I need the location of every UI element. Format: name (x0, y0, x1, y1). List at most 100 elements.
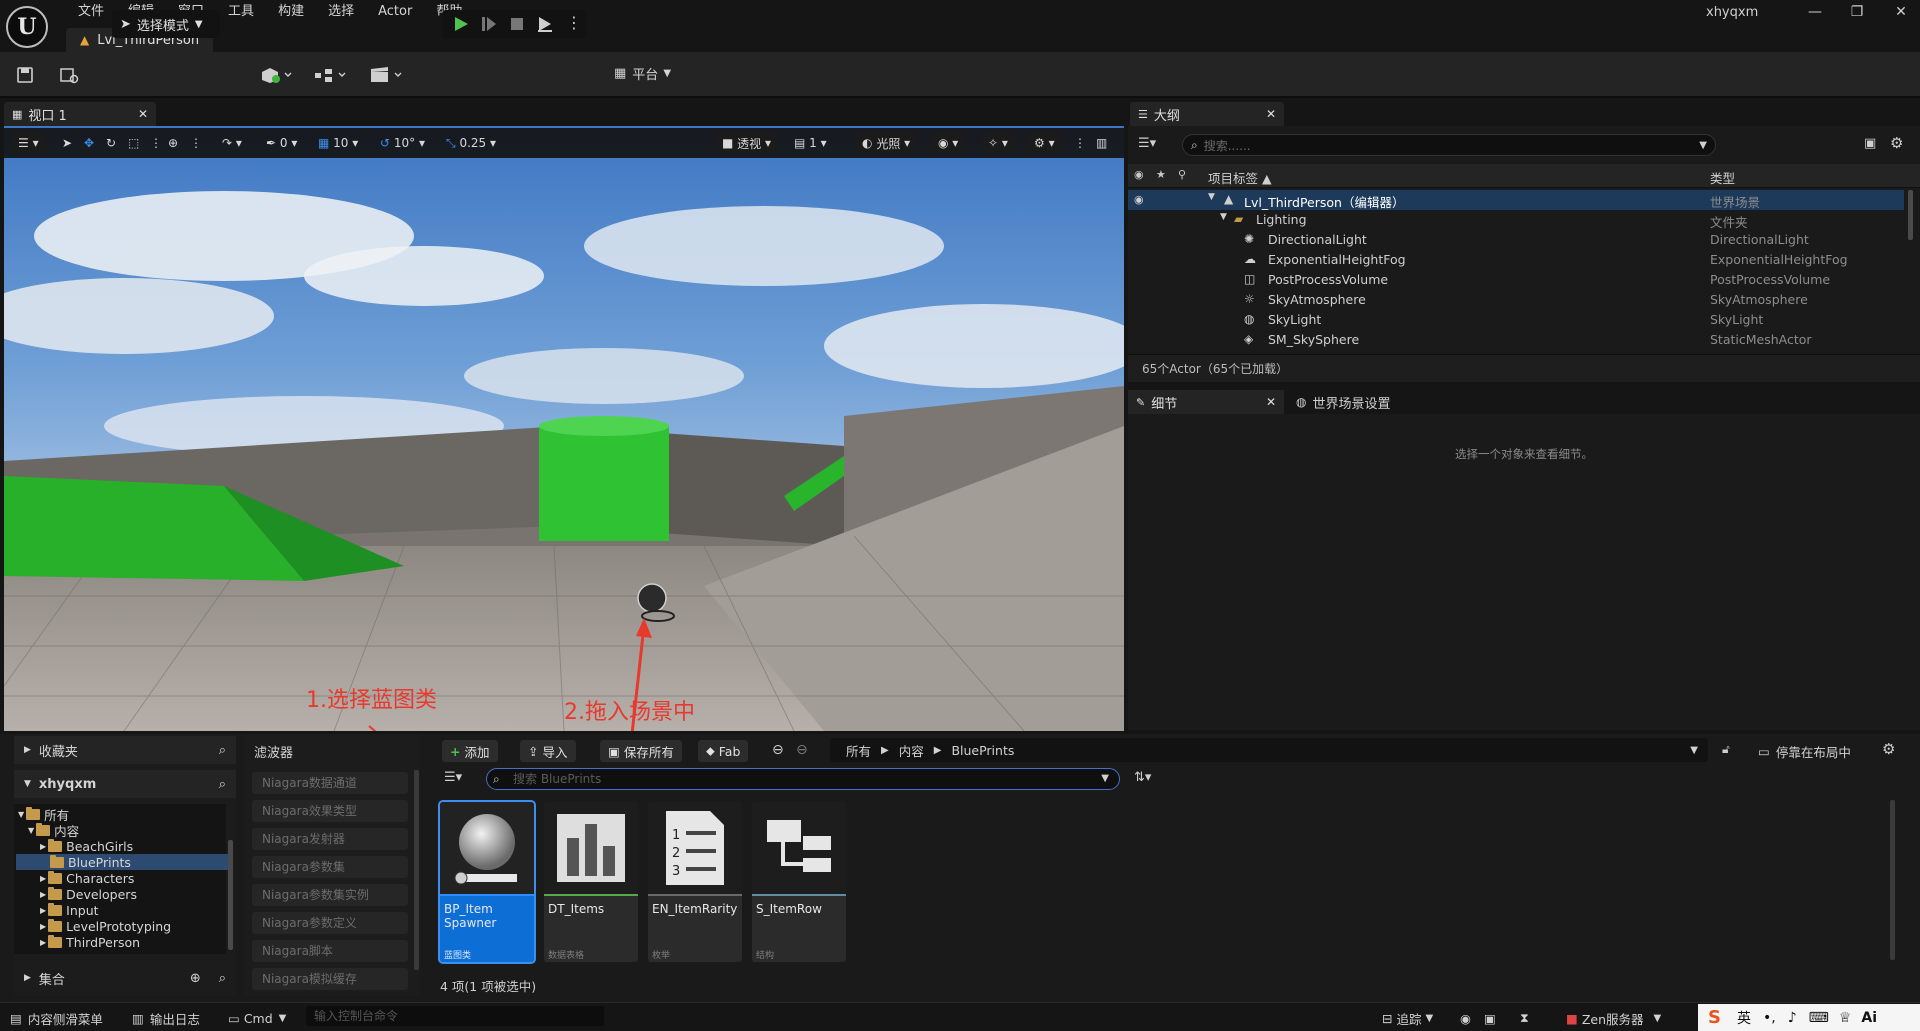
scale-tool-icon[interactable]: ⬚ (128, 132, 139, 154)
cinematics-button[interactable] (366, 62, 406, 88)
column-label[interactable]: 项目标签 ▲ (1208, 168, 1272, 187)
stop-icon[interactable] (508, 15, 526, 33)
tree-item[interactable]: ▶ Characters (40, 870, 134, 886)
world-settings-tab[interactable]: ◍ 世界场景设置 (1288, 390, 1448, 414)
hourglass-icon[interactable]: ⧗ (1520, 1009, 1529, 1027)
forward-icon[interactable]: ⊖ (796, 742, 808, 758)
sort-icon[interactable]: ⇅▾ (1134, 770, 1151, 785)
tree-item[interactable]: ▶ Developers (40, 886, 137, 902)
pin-column-icon[interactable]: ⚲ (1178, 168, 1186, 181)
settings-button[interactable]: ⚙ ▾ (1028, 132, 1061, 154)
close-icon[interactable]: ✕ (1266, 107, 1276, 121)
fab-button[interactable]: ⬥ Fab (698, 740, 749, 762)
surface-snap-icon[interactable]: ↷ ▾ (222, 132, 242, 154)
add-collection-icon[interactable]: ⊕ (190, 971, 201, 986)
filter-item[interactable]: Niagara参数集实例 (252, 884, 408, 906)
level-viewport[interactable]: 1.选择蓝图类 2.拖入场景中 (4, 126, 1124, 731)
search-icon[interactable]: ⌕ (219, 777, 226, 792)
outliner-row[interactable]: ✺ DirectionalLight DirectionalLight (1128, 230, 1904, 250)
breadcrumb-item[interactable]: BluePrints (951, 743, 1014, 758)
outliner-row[interactable]: ▼ ▰ Lighting 文件夹 (1128, 210, 1904, 230)
chevron-down-icon[interactable]: ▼ (1101, 769, 1109, 789)
chevron-down-icon[interactable]: ▼ (1208, 192, 1215, 202)
lock-icon[interactable]: 🔓︎ (1722, 742, 1730, 757)
breadcrumb-item[interactable]: 内容 (899, 741, 924, 760)
outliner-row[interactable]: ☼ SkyAtmosphere SkyAtmosphere (1128, 290, 1904, 310)
add-actor-button[interactable] (256, 62, 296, 88)
asset-tile[interactable]: BP_Item Spawner 蓝图类 (438, 800, 536, 964)
filter-item[interactable]: Niagara参数定义 (252, 912, 408, 934)
back-icon[interactable]: ⊖ (772, 742, 784, 758)
rotate-tool-icon[interactable]: ↻ (106, 132, 116, 154)
eye-icon[interactable]: ◉ (1134, 193, 1144, 206)
source-control-icon[interactable] (56, 62, 82, 88)
outliner-scrollbar[interactable] (1908, 190, 1913, 240)
menu-tools[interactable]: 工具 (216, 2, 266, 22)
tree-item[interactable]: ▼ 内容 (28, 822, 79, 839)
skin-icon[interactable]: ♕ (1839, 1010, 1852, 1026)
new-folder-icon[interactable]: ▣ (1864, 136, 1876, 151)
menu-file[interactable]: 文件 (66, 2, 116, 22)
more-options-icon[interactable]: ⋮ (566, 13, 582, 32)
scale-snap-toggle[interactable]: ⤡ 0.25 ▾ (446, 132, 496, 154)
select-tool-icon[interactable]: ➤ (62, 132, 72, 154)
eject-icon[interactable] (536, 15, 554, 33)
perspective-button[interactable]: ■ 透视 ▾ (716, 132, 778, 154)
favorites-header[interactable]: ▶ 收藏夹 ⌕ (14, 736, 236, 764)
tree-item[interactable]: ▶ Input (40, 902, 99, 918)
grid-snap-toggle[interactable]: ▦ 10 ▾ (318, 132, 358, 154)
world-local-icon[interactable]: ⊕ (168, 132, 178, 154)
outliner-row[interactable]: ◈ SM_SkySphere StaticMeshActor (1128, 330, 1904, 350)
more-icon[interactable]: ⋮ (1074, 132, 1086, 154)
sogou-icon[interactable]: S (1708, 1007, 1721, 1028)
assets-scrollbar[interactable] (1890, 800, 1895, 960)
menu-build[interactable]: 构建 (266, 2, 316, 22)
import-button[interactable]: ⇪ 导入 (520, 740, 576, 762)
restore-button[interactable]: ❐ (1842, 2, 1872, 22)
microphone-icon[interactable]: ♪ (1788, 1010, 1797, 1026)
console-input[interactable]: 输入控制台命令 (306, 1006, 604, 1026)
screenshot-icon[interactable]: ▣ (1484, 1009, 1496, 1027)
search-icon[interactable]: ⌕ (219, 971, 226, 986)
tree-item[interactable]: ▶ ThirdPerson (40, 934, 140, 950)
menu-actor[interactable]: Actor (366, 2, 424, 22)
skip-icon[interactable] (480, 15, 498, 33)
outliner-row[interactable]: ◍ SkyLight SkyLight (1128, 310, 1904, 330)
gear-icon[interactable]: ⚙ (1890, 134, 1903, 152)
column-type[interactable]: 类型 (1710, 168, 1735, 187)
collections-header[interactable]: ▶ 集合 ⊕ ⌕ (14, 964, 236, 992)
filter-icon[interactable]: ☰▾ (1138, 136, 1156, 151)
filter-icon[interactable]: ☰▾ (444, 770, 462, 785)
asset-tile[interactable]: 1 2 3 EN_ItemRarity 枚举 (648, 802, 742, 962)
save-icon[interactable] (12, 62, 38, 88)
outliner-row[interactable]: ☁ ExponentialHeightFog ExponentialHeight… (1128, 250, 1904, 270)
tree-item[interactable]: ▶ LevelPrototyping (40, 918, 171, 934)
blueprint-button[interactable] (310, 62, 350, 88)
scalability-button[interactable]: ✧ ▾ (982, 132, 1014, 154)
user-name[interactable]: xhyqxm (1706, 5, 1758, 20)
rotation-snap-toggle[interactable]: ✒ 0 ▾ (266, 132, 297, 154)
translate-tool-icon[interactable]: ✥ (84, 132, 94, 154)
content-drawer-button[interactable]: ▤ 内容侧滑菜单 (10, 1009, 103, 1027)
outliner-tab[interactable]: ☰ 大纲 ✕ (1130, 102, 1284, 126)
add-button[interactable]: + 添加 (442, 740, 498, 762)
breadcrumb-item[interactable]: 所有 (846, 741, 871, 760)
filters-scrollbar[interactable] (414, 770, 419, 970)
layout-icon[interactable]: ▥ (1096, 132, 1107, 154)
asset-tile[interactable]: S_ItemRow 结构 (752, 802, 846, 962)
filter-item[interactable]: Niagara效果类型 (252, 800, 408, 822)
viewport-options-button[interactable]: ☰ ▾ (12, 132, 45, 154)
tree-scrollbar[interactable] (228, 840, 233, 950)
menu-select[interactable]: 选择 (316, 2, 366, 22)
filter-item[interactable]: Niagara发射器 (252, 828, 408, 850)
close-button[interactable]: ✕ (1886, 2, 1916, 22)
trace-button[interactable]: ⊟ 追踪 ▼ (1382, 1009, 1433, 1027)
show-flags-button[interactable]: ◉ ▾ (932, 132, 965, 154)
camera-speed-button[interactable]: ▤ 1 ▾ (794, 132, 827, 154)
more-icon[interactable]: ⋮ (190, 132, 202, 154)
more-icon[interactable]: ⋮ (150, 132, 162, 154)
gear-icon[interactable]: ⚙ (1882, 740, 1895, 758)
close-icon[interactable]: ✕ (138, 107, 148, 121)
filter-item[interactable]: Niagara数据通道 (252, 772, 408, 794)
tree-item[interactable]: ▶ BeachGirls (40, 838, 133, 854)
